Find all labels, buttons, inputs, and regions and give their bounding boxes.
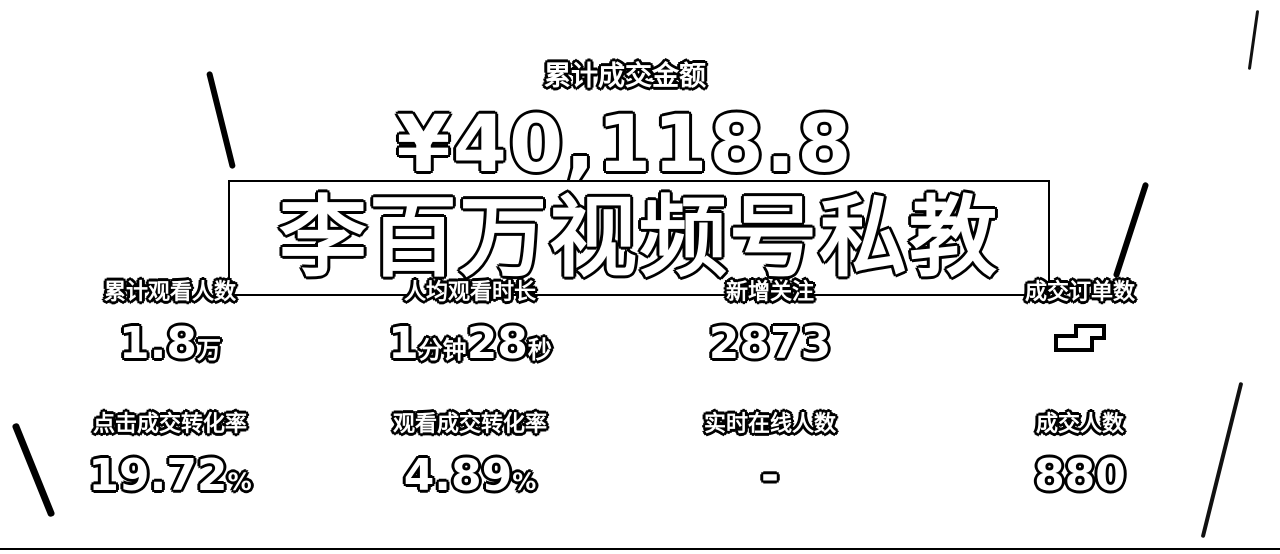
total-sales-label: 累计成交金额: [544, 61, 706, 92]
metric-avg-watch-time: 人均观看时长 1分钟28秒: [340, 274, 600, 369]
total-sales-amount: ¥40,118.8: [396, 100, 854, 190]
metric-value: 880: [1034, 450, 1126, 501]
metric-click-conversion: 点击成交转化率 19.72%: [40, 406, 300, 501]
decorative-streak: [1112, 181, 1150, 279]
redacted-block-icon: [1054, 324, 1106, 352]
metric-label: 点击成交转化率: [92, 412, 247, 437]
metric-label: 观看成交转化率: [392, 412, 547, 437]
metric-label: 成交人数: [1035, 412, 1124, 437]
metric-value: 19.72%: [88, 450, 252, 501]
divider: [0, 548, 1280, 550]
metric-label: 成交订单数: [1024, 280, 1135, 305]
metric-label: 实时在线人数: [703, 412, 836, 437]
metric-buyers: 成交人数 880: [950, 406, 1210, 501]
metric-value: 4.89%: [403, 450, 537, 501]
metric-label: 人均观看时长: [403, 280, 536, 305]
metric-value: 1.8万: [119, 318, 221, 369]
metric-value-redacted: [950, 318, 1210, 369]
metric-live-online: 实时在线人数 -: [640, 406, 900, 501]
metric-order-count: 成交订单数: [950, 274, 1210, 369]
metric-watch-conversion: 观看成交转化率 4.89%: [340, 406, 600, 501]
metric-value: 2873: [708, 318, 832, 369]
metric-label: 累计观看人数: [103, 280, 236, 305]
metric-new-followers: 新增关注 2873: [640, 274, 900, 369]
metric-label: 新增关注: [725, 280, 814, 305]
watermark-text: 李百万视频号私教: [278, 186, 999, 289]
metric-total-viewers: 累计观看人数 1.8万: [40, 274, 300, 369]
metric-value: 1分钟28秒: [388, 318, 552, 369]
metric-value: -: [760, 450, 780, 501]
